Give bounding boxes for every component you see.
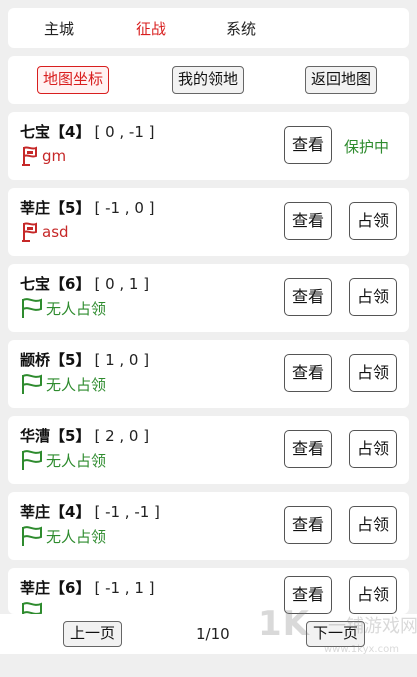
territory-owner: 无人占领	[20, 297, 106, 319]
my-territory-button[interactable]: 我的领地	[172, 66, 245, 94]
territory-name: 莘庄	[20, 579, 51, 597]
territory-owner: 无人占领	[20, 449, 106, 471]
owner-name: 无人占领	[46, 451, 107, 470]
territory-coord: [ -1 , -1 ]	[94, 503, 160, 521]
territory-coord: [ 2 , 0 ]	[94, 427, 150, 445]
territory-card: 莘庄【4】[ -1 , -1 ] 无人占领 查看 占领	[8, 492, 409, 560]
view-button[interactable]: 查看	[284, 506, 332, 544]
occupy-button[interactable]: 占领	[349, 202, 397, 240]
occupy-button[interactable]: 占领	[349, 506, 397, 544]
view-button[interactable]: 查看	[284, 354, 332, 392]
territory-title: 颛桥【5】[ 1 , 0 ]	[20, 349, 149, 370]
territory-coord: [ 0 , 1 ]	[94, 275, 150, 293]
territory-name: 华漕	[20, 427, 51, 445]
territory-title: 七宝【4】[ 0 , -1 ]	[20, 121, 155, 142]
territory-card: 七宝【6】[ 0 , 1 ] 无人占领 查看 占领	[8, 264, 409, 332]
territory-level: 【5】	[50, 427, 91, 445]
territory-owner: 无人占领	[20, 525, 106, 547]
view-button[interactable]: 查看	[284, 202, 332, 240]
territory-level: 【5】	[50, 351, 91, 369]
territory-card: 颛桥【5】[ 1 , 0 ] 无人占领 查看 占领	[8, 340, 409, 408]
map-toolbar: 地图坐标 我的领地 返回地图	[8, 56, 409, 104]
owner-name: 无人占领	[46, 375, 107, 394]
occupy-button[interactable]: 占领	[349, 430, 397, 468]
territory-name: 莘庄	[20, 199, 51, 217]
owner-name: asd	[42, 223, 69, 241]
territory-title: 七宝【6】[ 0 , 1 ]	[20, 273, 149, 294]
territory-card: 莘庄【5】[ -1 , 0 ] asd 查看 占领	[8, 188, 409, 256]
territory-name: 莘庄	[20, 503, 51, 521]
owner-name: 无人占领	[46, 299, 107, 318]
tab-campaign[interactable]: 征战	[136, 18, 166, 39]
territory-level: 【5】	[50, 199, 91, 217]
territory-title: 莘庄【6】[ -1 , 1 ]	[20, 577, 155, 598]
territory-name: 七宝	[20, 123, 51, 141]
territory-owner: asd	[20, 221, 69, 243]
territory-owner	[20, 601, 46, 614]
red-flag-icon	[22, 222, 37, 242]
territory-level: 【6】	[50, 579, 91, 597]
view-button[interactable]: 查看	[284, 576, 332, 614]
green-flag-icon	[22, 526, 42, 546]
red-flag-icon	[22, 146, 37, 166]
territory-level: 【6】	[50, 275, 91, 293]
prev-page-button[interactable]: 上一页	[63, 621, 123, 647]
view-button[interactable]: 查看	[284, 278, 332, 316]
protection-status: 保护中	[344, 138, 390, 156]
territory-coord: [ 0 , -1 ]	[94, 123, 155, 141]
page-indicator: 1/10	[196, 625, 230, 643]
territory-title: 华漕【5】[ 2 , 0 ]	[20, 425, 149, 446]
back-to-map-button[interactable]: 返回地图	[305, 66, 378, 94]
occupy-button[interactable]: 占领	[349, 278, 397, 316]
green-flag-icon	[22, 298, 42, 318]
top-tab-bar: 主城 征战 系统	[8, 8, 409, 48]
tab-main-city[interactable]: 主城	[44, 18, 74, 39]
territory-card: 华漕【5】[ 2 , 0 ] 无人占领 查看 占领	[8, 416, 409, 484]
occupy-button[interactable]: 占领	[349, 354, 397, 392]
view-button[interactable]: 查看	[284, 126, 332, 164]
territory-title: 莘庄【5】[ -1 , 0 ]	[20, 197, 155, 218]
pagination-bar: 上一页 1/10 下一页	[0, 614, 417, 654]
green-flag-icon	[22, 374, 42, 394]
territory-card: 七宝【4】[ 0 , -1 ] gm 查看 保护中	[8, 112, 409, 180]
territory-owner: 无人占领	[20, 373, 106, 395]
territory-coord: [ 1 , 0 ]	[94, 351, 150, 369]
next-page-button[interactable]: 下一页	[306, 621, 366, 647]
occupy-button[interactable]: 占领	[349, 576, 397, 614]
territory-name: 颛桥	[20, 351, 51, 369]
territory-title: 莘庄【4】[ -1 , -1 ]	[20, 501, 160, 522]
green-flag-icon	[22, 602, 42, 614]
map-coords-button[interactable]: 地图坐标	[37, 66, 110, 94]
owner-name: 无人占领	[46, 527, 107, 546]
tab-system[interactable]: 系统	[226, 18, 256, 39]
territory-level: 【4】	[50, 503, 91, 521]
territory-card: 莘庄【6】[ -1 , 1 ] 查看 占领	[8, 568, 409, 614]
green-flag-icon	[22, 450, 42, 470]
territory-level: 【4】	[50, 123, 91, 141]
territory-name: 七宝	[20, 275, 51, 293]
territory-coord: [ -1 , 0 ]	[94, 199, 155, 217]
view-button[interactable]: 查看	[284, 430, 332, 468]
owner-name: gm	[42, 147, 67, 165]
territory-coord: [ -1 , 1 ]	[94, 579, 155, 597]
territory-owner: gm	[20, 145, 66, 167]
